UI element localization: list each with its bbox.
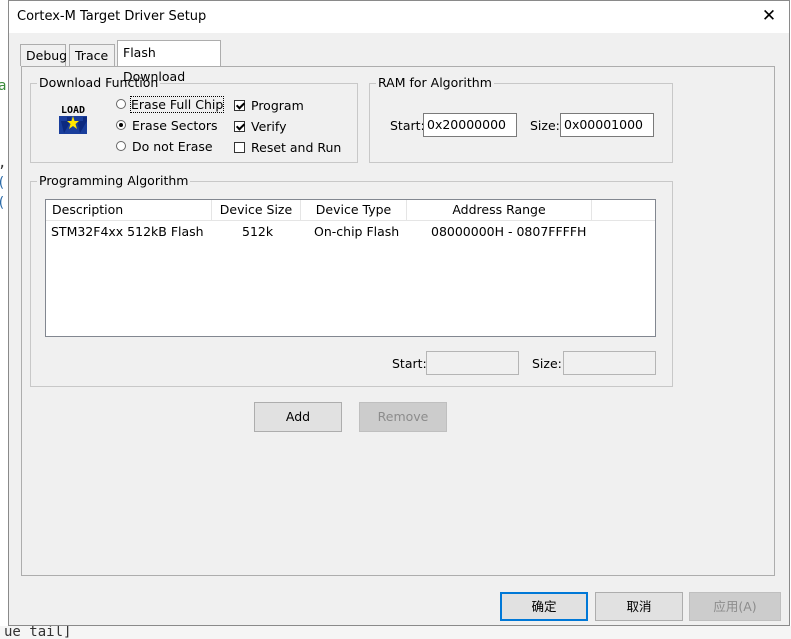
column-header-device-type-label: Device Type	[315, 202, 392, 217]
column-header-description-label: Description	[52, 202, 124, 217]
column-header-filler	[592, 200, 655, 221]
column-header-device-size-label: Device Size	[219, 202, 293, 217]
tab-flash-download-label: Flash Download	[123, 45, 186, 84]
add-button[interactable]: Add	[254, 402, 342, 432]
cell-device-type: On-chip Flash	[314, 224, 400, 239]
load-icon-text: LOAD	[61, 105, 85, 116]
do-not-erase-radio[interactable]	[116, 141, 126, 151]
window-title: Cortex-M Target Driver Setup	[17, 9, 207, 24]
column-header-address-range-label: Address Range	[452, 202, 546, 217]
reset-and-run-checkbox[interactable]	[234, 142, 245, 153]
ram-size-input[interactable]: 0x00001000	[560, 113, 654, 137]
ram-start-label: Start:	[390, 118, 425, 133]
program-checkbox[interactable]	[234, 100, 245, 111]
ok-button-label: 确定	[531, 599, 557, 614]
column-header-device-type[interactable]: Device Type	[301, 200, 407, 221]
erase-full-chip-radio[interactable]	[116, 99, 126, 109]
ram-size-label: Size:	[530, 118, 560, 133]
ram-start-input[interactable]: 0x20000000	[423, 113, 517, 137]
column-header-address-range[interactable]: Address Range	[407, 200, 592, 221]
cancel-button[interactable]: 取消	[595, 592, 683, 621]
algorithm-size-input	[563, 351, 656, 375]
cancel-button-label: 取消	[626, 599, 652, 614]
column-header-description[interactable]: Description	[46, 200, 212, 221]
do-not-erase-label[interactable]: Do not Erase	[132, 139, 213, 154]
background-editor-fragment: ,	[0, 155, 6, 171]
algorithm-size-label: Size:	[532, 356, 562, 371]
apply-button: 应用(A)	[689, 592, 781, 621]
erase-sectors-radio[interactable]	[116, 120, 126, 130]
tab-trace-label: Trace	[75, 48, 109, 63]
add-button-label: Add	[285, 409, 311, 424]
cell-address-range: 08000000H - 0807FFFFH	[431, 224, 587, 239]
background-code-line: ue tail]	[0, 626, 791, 639]
verify-checkbox[interactable]	[234, 121, 245, 132]
verify-label[interactable]: Verify	[251, 119, 286, 134]
program-label[interactable]: Program	[251, 98, 304, 113]
reset-and-run-label[interactable]: Reset and Run	[251, 140, 341, 155]
ram-size-value: 0x00001000	[564, 117, 643, 132]
cell-device-size: 512k	[242, 224, 274, 239]
column-header-device-size[interactable]: Device Size	[212, 200, 301, 221]
tab-debug-label: Debug	[26, 48, 68, 63]
algorithm-start-input	[426, 351, 519, 375]
tab-debug[interactable]: Debug	[20, 44, 68, 66]
apply-button-label: 应用(A)	[713, 599, 757, 614]
remove-button: Remove	[359, 402, 447, 432]
table-row[interactable]: STM32F4xx 512kB Flash 512k On-chip Flash…	[46, 223, 655, 241]
background-editor-fragment: (	[0, 195, 5, 211]
background-editor-fragment: (	[0, 175, 5, 191]
algorithm-start-label: Start:	[392, 356, 427, 371]
programming-algorithm-label: Programming Algorithm	[37, 173, 191, 188]
ram-for-algorithm-label: RAM for Algorithm	[376, 75, 494, 90]
erase-sectors-label[interactable]: Erase Sectors	[132, 118, 218, 133]
background-editor-fragment: a	[0, 78, 7, 94]
close-icon[interactable]: ✕	[761, 7, 777, 25]
ram-start-value: 0x20000000	[427, 117, 506, 132]
algorithm-list[interactable]: Description Device Size Device Type Addr…	[45, 199, 656, 337]
tab-flash-download[interactable]: Flash Download	[117, 40, 221, 84]
remove-button-label: Remove	[377, 409, 429, 424]
ok-button[interactable]: 确定	[500, 592, 588, 621]
tab-trace[interactable]: Trace	[69, 44, 115, 66]
load-icon: LOAD	[57, 103, 89, 135]
title-bar: Cortex-M Target Driver Setup ✕	[9, 1, 789, 33]
erase-full-chip-label[interactable]: Erase Full Chip	[129, 96, 225, 113]
cell-description: STM32F4xx 512kB Flash	[51, 224, 204, 239]
